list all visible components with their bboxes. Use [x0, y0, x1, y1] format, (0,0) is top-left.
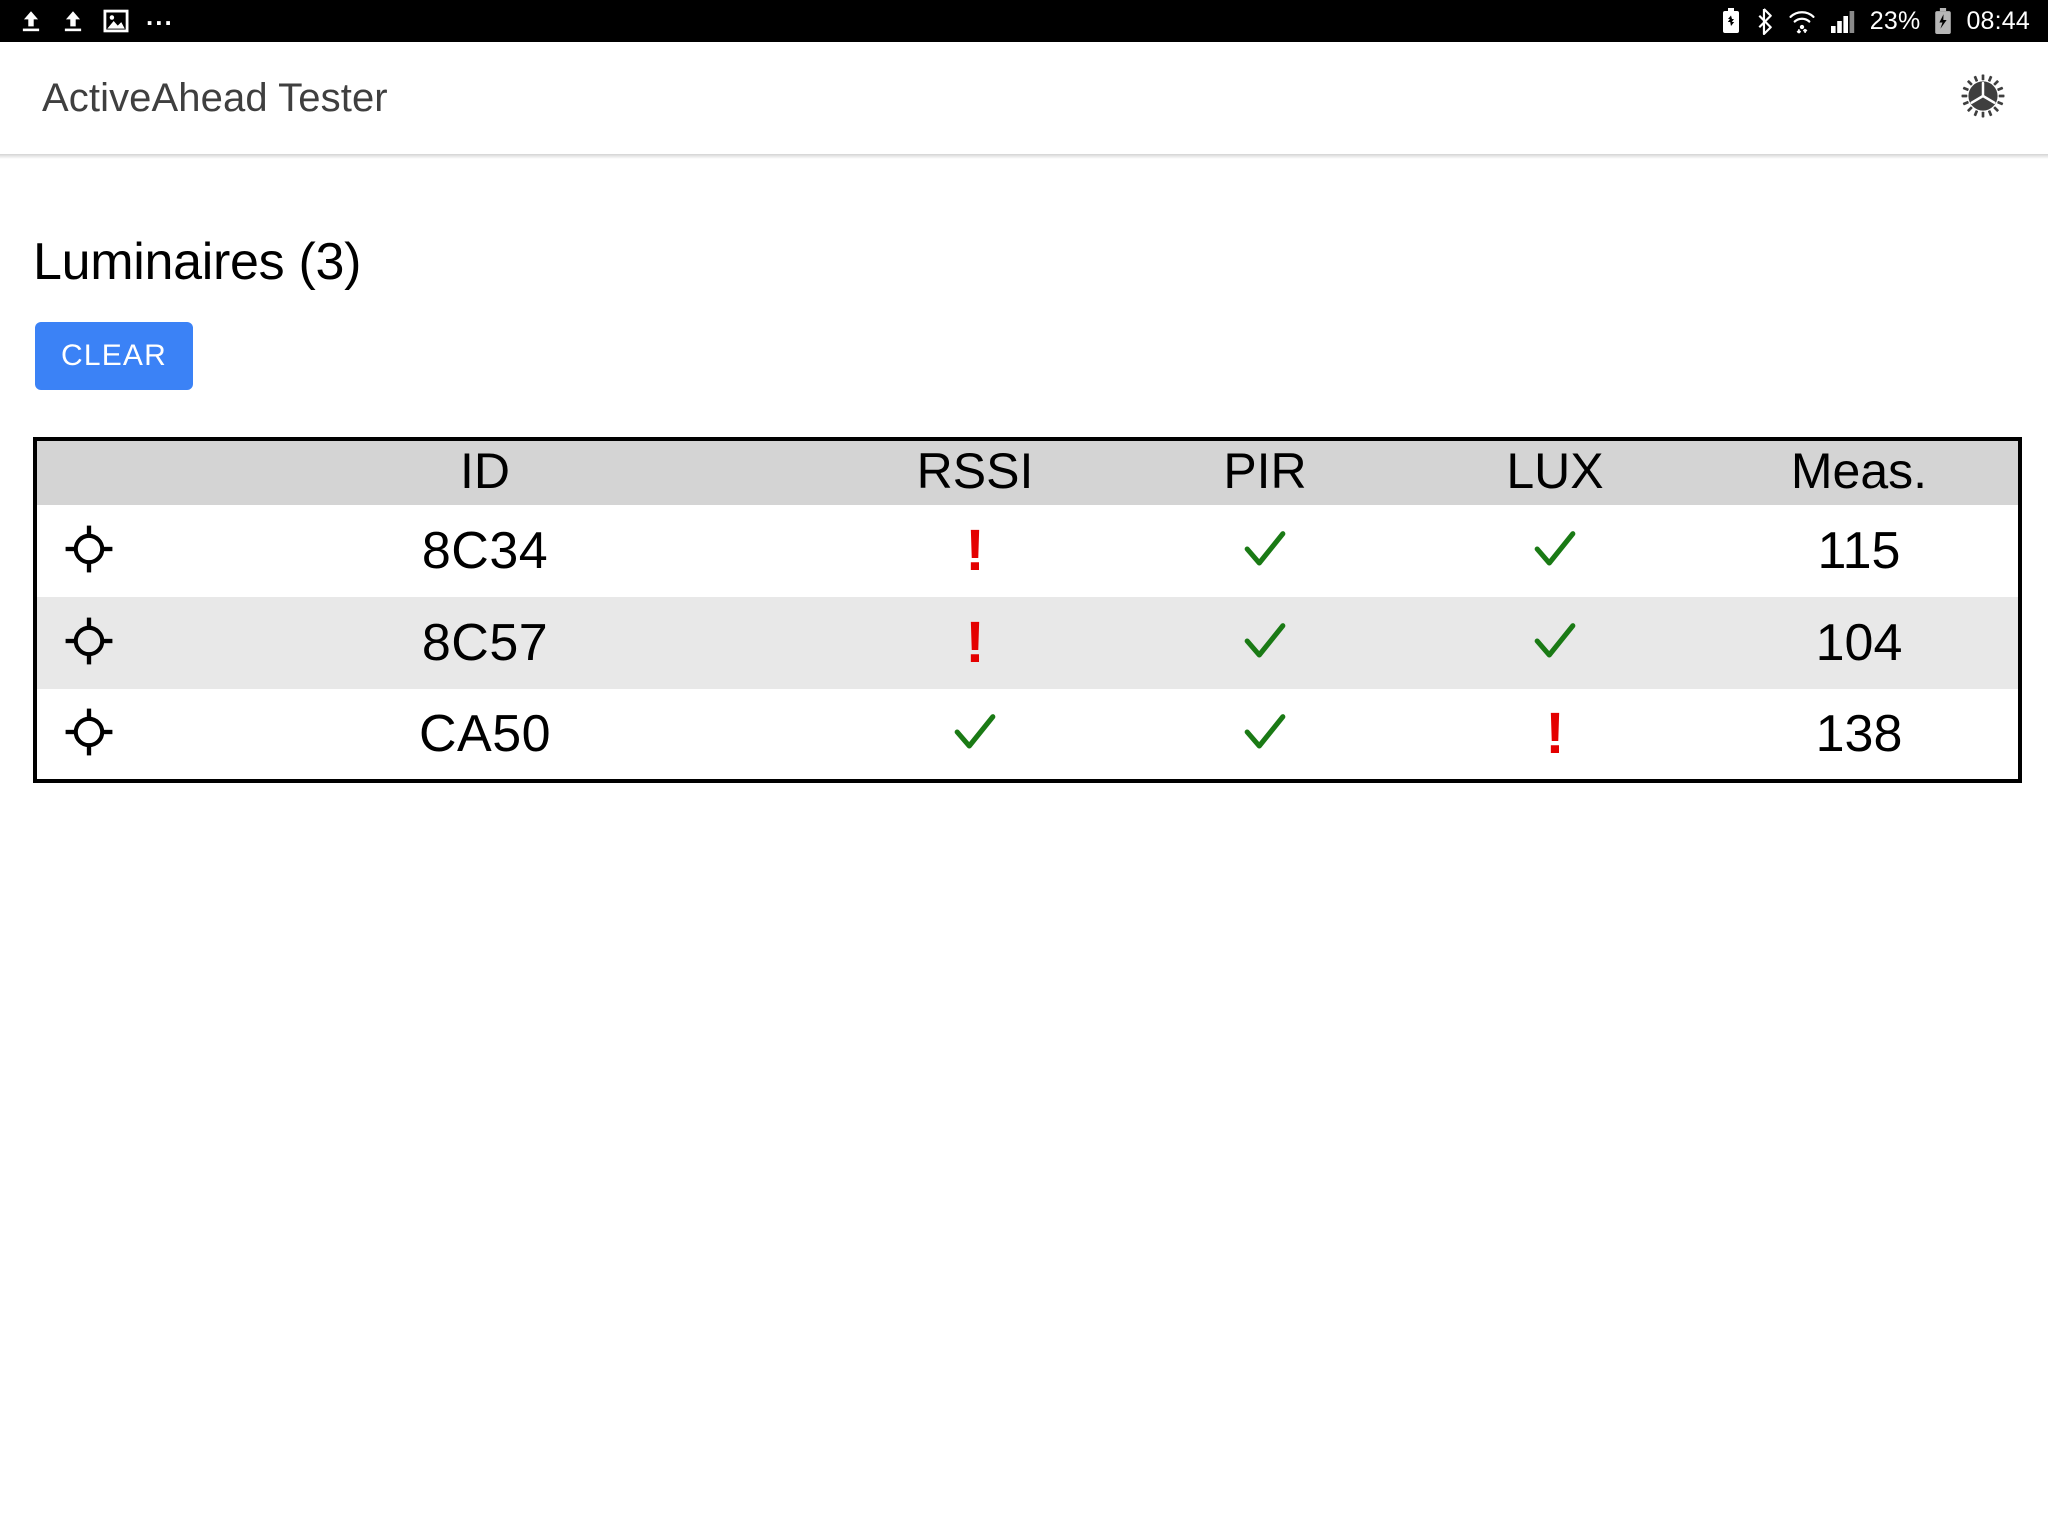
wifi-icon	[1788, 8, 1816, 35]
table-row[interactable]: 8C57 ! 104	[35, 597, 2020, 689]
row-locate-cell[interactable]	[35, 505, 140, 597]
row-id: 8C57	[421, 614, 549, 672]
column-header-meas: Meas.	[1790, 443, 1928, 499]
row-meas: 115	[1817, 522, 1901, 580]
row-locate-cell[interactable]	[35, 689, 140, 781]
row-meas: 104	[1815, 614, 1903, 672]
app-title: ActiveAhead Tester	[42, 75, 388, 120]
app-bar: ActiveAhead Tester	[0, 42, 2048, 154]
check-icon	[1527, 613, 1583, 669]
row-pir-status	[1120, 597, 1410, 689]
row-rssi-status: !	[830, 597, 1120, 689]
check-icon	[1527, 521, 1583, 577]
luminaires-table: ID RSSI PIR LUX Meas. 8C34 ! 115 8C57 ! …	[33, 437, 2022, 783]
row-pir-status	[1120, 689, 1410, 781]
crosshair-location-icon[interactable]	[65, 525, 113, 577]
crosshair-location-icon[interactable]	[65, 617, 113, 669]
battery-charging-icon	[1933, 7, 1953, 35]
image-icon	[102, 7, 130, 35]
row-pir-status	[1120, 505, 1410, 597]
status-bar: ... 23% 08:44	[0, 0, 2048, 42]
alert-icon: !	[965, 610, 985, 675]
table-header-row: ID RSSI PIR LUX Meas.	[35, 439, 2020, 505]
row-lux-status	[1410, 597, 1700, 689]
status-bar-right: 23% 08:44	[1720, 6, 2030, 35]
table-row[interactable]: CA50 ! 138	[35, 689, 2020, 781]
row-locate-cell[interactable]	[35, 597, 140, 689]
row-id: CA50	[418, 705, 552, 763]
upload-icon	[18, 8, 44, 34]
check-icon	[1237, 521, 1293, 577]
table-header: ID RSSI PIR LUX Meas.	[35, 439, 2020, 505]
settings-button[interactable]	[1948, 63, 2018, 133]
bluetooth-icon	[1755, 7, 1775, 35]
upload-icon	[60, 8, 86, 34]
table-body: 8C34 ! 115 8C57 ! 104 CA50 ! 138	[35, 505, 2020, 781]
column-header-lux: LUX	[1506, 443, 1604, 499]
alert-icon: !	[965, 518, 985, 583]
main-content: Luminaires (3) CLEAR ID RSSI PIR LUX Mea…	[0, 159, 2048, 1536]
column-header-rssi: RSSI	[916, 443, 1034, 499]
column-header-icon	[35, 439, 140, 505]
table-row[interactable]: 8C34 ! 115	[35, 505, 2020, 597]
row-meas: 138	[1815, 705, 1903, 763]
cellular-signal-icon	[1829, 8, 1857, 34]
row-lux-status	[1410, 505, 1700, 597]
page-title: Luminaires (3)	[33, 233, 362, 291]
row-lux-status: !	[1410, 689, 1700, 781]
row-rssi-status: !	[830, 505, 1120, 597]
row-id: 8C34	[421, 522, 549, 580]
check-icon	[1237, 704, 1293, 760]
column-header-id: ID	[460, 443, 510, 499]
clear-button[interactable]: CLEAR	[35, 322, 193, 390]
status-bar-left: ...	[18, 3, 174, 35]
status-overflow-dots: ...	[146, 1, 174, 31]
battery-saver-icon	[1720, 8, 1742, 34]
row-rssi-status	[830, 689, 1120, 781]
clock-label: 08:44	[1966, 6, 2030, 35]
check-icon	[1237, 613, 1293, 669]
crosshair-location-icon[interactable]	[65, 708, 113, 760]
alert-icon: !	[1545, 701, 1565, 766]
battery-percent-label: 23%	[1869, 6, 1921, 35]
column-header-pir: PIR	[1223, 443, 1307, 499]
check-icon	[947, 704, 1003, 760]
gear-icon	[1960, 73, 2006, 124]
